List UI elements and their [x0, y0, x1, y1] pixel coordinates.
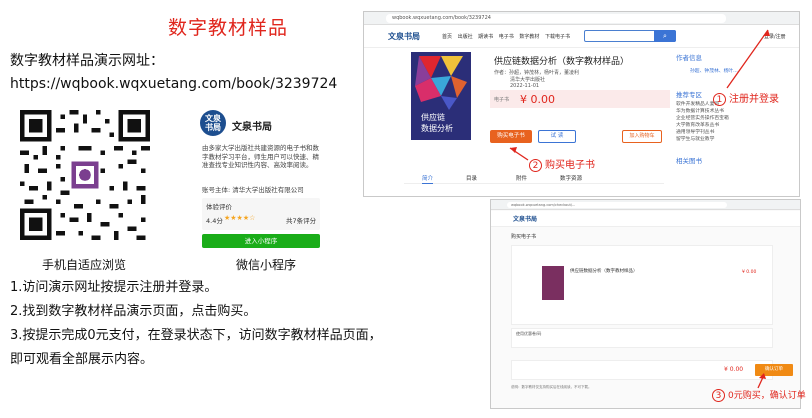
- price-box: 电子书 ¥ 0.00: [490, 90, 670, 108]
- tab-digital-resources[interactable]: 数字资源: [560, 174, 582, 182]
- mini-program-card: 文泉 书局 文泉书局 由多家大学出版社共建资源的电子书和数字教材学习平台，师生用户…: [196, 104, 326, 250]
- mini-program-description: 由多家大学出版社共建资源的电子书和数字教材学习平台，师生用户可以快速、精准查找专…: [202, 144, 319, 169]
- tab-intro[interactable]: 简介: [422, 174, 434, 184]
- enter-mini-program-button[interactable]: 进入小程序: [202, 234, 320, 248]
- rating-box: 体验评价 4.4分 ★★★★☆ 共7条评分: [202, 198, 320, 230]
- step-2: 2.找到数字教材样品演示页面，点击购买。: [10, 304, 257, 319]
- svg-text:供应链: 供应链: [421, 112, 445, 122]
- order-panel: 供应链数据分析（数字教材样品） ¥ 0.00: [511, 245, 773, 325]
- login-register-link[interactable]: 登录/注册: [764, 33, 786, 40]
- site-navbar: 文泉书局: [491, 211, 800, 227]
- site-menu[interactable]: 首页 出版社 期读书 电子书 数字教材 下载电子书: [442, 33, 570, 40]
- browser-chrome: wqbook.wqxuetang.com/checkout/...: [491, 200, 800, 210]
- sidebar-recommend-item[interactable]: 华为数据计算技术丛书: [676, 108, 794, 115]
- tab-toc[interactable]: 目录: [466, 174, 477, 182]
- step-3: 3.按提示完成0元支付，在登录状态下，访问数字教材样品页面，: [10, 328, 382, 343]
- buy-ebook-button[interactable]: 购买电子书: [490, 130, 532, 143]
- checkout-header: 购买电子书: [511, 234, 537, 240]
- annotation-pay-confirm: 3 0元购买，确认订单: [712, 388, 806, 402]
- sidebar-author-link[interactable]: 孙超、钟茂林、杨叶...: [676, 68, 794, 75]
- demo-url[interactable]: https://wqbook.wqxuetang.com/book/323972…: [10, 76, 337, 92]
- step-number-1-icon: 1: [713, 93, 726, 106]
- demo-url-label: 数字教材样品演示网址：: [10, 53, 164, 69]
- book-date: 2022-11-01: [510, 83, 540, 89]
- page-title: 数字教材样品: [168, 17, 289, 39]
- mini-program-name: 文泉书局: [232, 122, 272, 133]
- book-authors: 作者：孙超，钟茂林，杨叶青，董凌利: [494, 70, 580, 76]
- order-book-cover: [542, 266, 564, 300]
- sidebar-recommend-item[interactable]: 通用领导学刊丛书: [676, 129, 794, 136]
- step-1: 1.访问演示网址按提示注册并登录。: [10, 280, 218, 295]
- mini-program-owner: 账号主体: 清华大学出版社有限公司: [202, 186, 304, 194]
- rating-stars-icon: ★★★★☆: [224, 214, 256, 222]
- step-number-2-icon: 2: [529, 159, 542, 172]
- book-tabs: 简介 目录 附件 数字资源: [404, 172, 664, 184]
- coupon-section[interactable]: 使用优惠卷/码: [511, 328, 773, 348]
- order-item-price: ¥ 0.00: [742, 270, 757, 275]
- checkout-page-screenshot: wqbook.wqxuetang.com/checkout/... 文泉书局 购…: [490, 199, 801, 409]
- tab-attachments[interactable]: 附件: [516, 174, 527, 182]
- order-book-title: 供应链数据分析（数字教材样品）: [570, 269, 638, 274]
- pay-bar: ¥ 0.00: [511, 360, 773, 380]
- site-navbar: 文泉书局 首页 出版社 期读书 电子书 数字教材 下载电子书 ⌕ 登录/注册: [364, 26, 799, 48]
- site-brand[interactable]: 文泉书局: [513, 214, 537, 223]
- sidebar-recommend-item[interactable]: 企业经营实务操作百宝箱: [676, 115, 794, 122]
- sidebar-recommend-item[interactable]: 大学教育改革系丛书: [676, 122, 794, 129]
- confirm-order-button[interactable]: 确认订单: [755, 364, 793, 376]
- browser-chrome: wqbook.wqxuetang.com/book/3239724: [364, 12, 799, 25]
- sidebar-recommend-item[interactable]: 留学生与就业教学: [676, 136, 794, 143]
- annotation-buy-ebook: 2 购买电子书: [529, 156, 595, 172]
- step-number-3-icon: 3: [712, 389, 725, 402]
- step-3-continued: 即可观看全部展示内容。: [10, 352, 154, 367]
- rating-count[interactable]: 共7条评分: [286, 215, 316, 225]
- sidebar-author-heading: 作者信息: [676, 54, 702, 62]
- pay-total: ¥ 0.00: [724, 366, 744, 373]
- add-to-cart-button[interactable]: 加入购物车: [622, 130, 662, 143]
- address-bar[interactable]: wqbook.wqxuetang.com/book/3239724: [386, 14, 726, 23]
- book-cover: 供应链 数据分析: [411, 52, 471, 140]
- wenquan-logo: 文泉 书局: [200, 110, 226, 136]
- sidebar-related-heading: 相关图书: [676, 157, 702, 165]
- mini-caption: 微信小程序: [236, 258, 297, 272]
- trial-read-button[interactable]: 试 读: [538, 130, 576, 143]
- price-label: 电子书: [494, 97, 510, 103]
- book-publisher: 清华大学出版社: [510, 77, 546, 83]
- site-brand[interactable]: 文泉书局: [388, 31, 420, 42]
- sidebar: 作者信息 孙超、钟茂林、杨叶... 推荐专区 软件开发精品人妻哥 华为数据计算技…: [676, 52, 794, 192]
- qr-caption: 手机自适应浏览: [42, 258, 127, 272]
- address-bar[interactable]: wqbook.wqxuetang.com/checkout/...: [507, 202, 727, 208]
- rating-score: 4.4分: [206, 217, 223, 225]
- qr-code-image: [20, 110, 150, 240]
- rating-title: 体验评价: [206, 203, 232, 211]
- search-icon[interactable]: ⌕: [654, 30, 676, 42]
- price-value: ¥ 0.00: [520, 93, 555, 106]
- book-title: 供应链数据分析（数字教材样品）: [494, 57, 630, 67]
- annotation-register-login: 1 注册并登录: [713, 90, 779, 106]
- svg-text:数据分析: 数据分析: [421, 123, 453, 133]
